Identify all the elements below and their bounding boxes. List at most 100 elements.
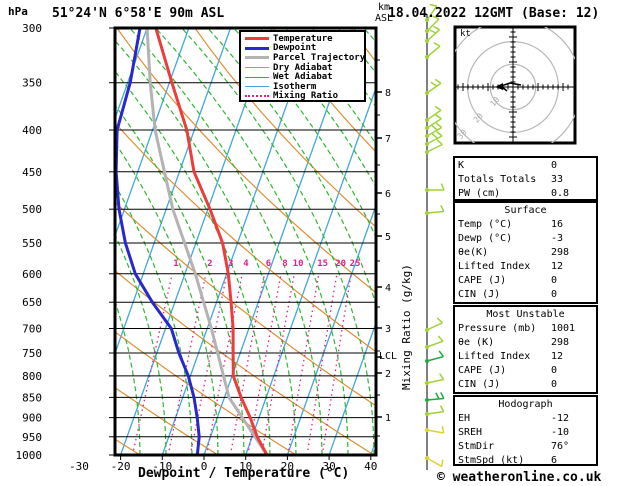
legend-line-sample [245, 86, 269, 88]
svg-text:2: 2 [385, 369, 391, 380]
legend-label: Parcel Trajectory [273, 52, 366, 63]
stats-label: Pressure (mb) [458, 323, 537, 334]
legend-line-sample [245, 37, 269, 41]
svg-text:20: 20 [335, 259, 346, 269]
stats-label: EH [458, 413, 471, 424]
stats-value: 12 [551, 351, 564, 362]
mixing-ratio-labels: 1 2 3 4 6 8 10 15 20 25 [173, 259, 360, 269]
stats-row: EH -12 [458, 412, 593, 426]
wet-adiabat-line [0, 28, 114, 455]
legend-line-sample [245, 76, 269, 78]
stats-value: -3 [551, 233, 564, 244]
hodograph-panel: 10203040 [439, 25, 577, 157]
chart-legend: Temperature Dewpoint Parcel Trajectory Dry … [239, 30, 366, 102]
legend-label: Wet Adiabat [273, 72, 333, 83]
stats-box: Hodograph EH -12 SREH -10 StmDir 76° StmSpd (kt… [453, 395, 598, 466]
stats-label: K [458, 160, 465, 171]
svg-text:800: 800 [22, 370, 42, 383]
stats-value: 0 [551, 160, 558, 171]
stats-value: 298 [551, 247, 570, 258]
svg-text:300: 300 [22, 22, 42, 35]
wind-barb-column [425, 3, 445, 470]
stats-label: PW (cm) [458, 188, 501, 199]
stats-value: -12 [551, 413, 570, 424]
svg-text:750: 750 [22, 347, 42, 360]
svg-text:850: 850 [22, 391, 42, 404]
stats-label: CIN (J) [458, 289, 501, 300]
stats-box: Most Unstable Pressure (mb) 1001 θe (K) 298 L… [453, 305, 598, 394]
svg-text:350: 350 [22, 77, 42, 90]
stats-value: 12 [551, 261, 564, 272]
stats-value: 0 [551, 365, 558, 376]
stats-label: CIN (J) [458, 379, 501, 390]
svg-text:4: 4 [243, 259, 249, 269]
legend-item: Dewpoint [245, 43, 364, 53]
stats-label: CAPE (J) [458, 365, 507, 376]
svg-text:-20: -20 [111, 460, 131, 473]
stats-label: StmSpd (kt) [458, 455, 525, 466]
stats-value: 0 [551, 275, 558, 286]
pressure-axis: 300 350 400 450 500 550 600 650 700 750 800 850 900 9… [16, 22, 115, 462]
datetime-title: 18.04.2022 12GMT (Base: 12) [388, 6, 600, 21]
legend-label: Mixing Ratio [273, 91, 339, 102]
svg-text:4: 4 [385, 283, 391, 294]
stats-box-title: Hodograph [498, 399, 553, 410]
svg-text:3: 3 [228, 259, 233, 269]
stats-row: CIN (J) 0 [458, 288, 593, 302]
svg-text:40: 40 [364, 460, 377, 473]
svg-text:550: 550 [22, 237, 42, 250]
svg-text:950: 950 [22, 431, 42, 444]
stats-row: Dewp (°C) -3 [458, 232, 593, 246]
pressure-unit-label: hPa [8, 5, 28, 18]
legend-item: Parcel Trajectory [245, 52, 366, 63]
legend-line-sample [245, 46, 269, 50]
stats-label: Dewp (°C) [458, 233, 513, 244]
stats-row: Lifted Index 12 [458, 260, 593, 274]
stats-value: 33 [551, 174, 564, 185]
stats-label: θe(K) [458, 247, 489, 258]
stats-row: SREH -10 [458, 426, 593, 440]
stats-row: StmDir 76° [458, 440, 593, 454]
svg-text:8: 8 [385, 88, 391, 99]
stats-label: θe (K) [458, 337, 495, 348]
stats-box: K 0 Totals Totals 33 PW (cm) 0.8 [453, 156, 598, 201]
svg-text:700: 700 [22, 323, 42, 336]
stats-value: 0 [551, 289, 558, 300]
stats-label: Lifted Index [458, 351, 531, 362]
svg-text:400: 400 [22, 124, 42, 137]
svg-text:1: 1 [385, 413, 391, 424]
stats-label: Temp (°C) [458, 219, 513, 230]
stats-row: Temp (°C) 16 [458, 218, 593, 232]
stats-value: -10 [551, 427, 570, 438]
stats-row: CAPE (J) 0 [458, 274, 593, 288]
stats-value: 0 [551, 379, 558, 390]
svg-text:25: 25 [350, 259, 361, 269]
km-axis: 8 7 6 5 4 3 2 1 [376, 59, 391, 437]
stats-box: Surface Temp (°C) 16 Dewp (°C) -3 θe(K) 298 Lif… [453, 201, 598, 304]
stats-row: CAPE (J) 0 [458, 364, 593, 378]
svg-text:1000: 1000 [16, 449, 43, 462]
station-title: 51°24'N 6°58'E 90m ASL [52, 6, 225, 21]
stats-value: 0.8 [551, 188, 570, 199]
stats-value: 16 [551, 219, 564, 230]
mixing-ratio-line [167, 273, 207, 455]
stats-label: CAPE (J) [458, 275, 507, 286]
stats-value: 76° [551, 441, 570, 452]
stats-row: θe(K) 298 [458, 246, 593, 260]
legend-line-sample [245, 56, 269, 60]
km-unit-label: km [377, 2, 391, 13]
svg-text:600: 600 [22, 268, 42, 281]
hodograph-ring-label: 40 [439, 144, 452, 157]
stats-row: Pressure (mb) 1001 [458, 322, 593, 336]
mixing-ratio-line [287, 273, 320, 455]
svg-text:8: 8 [282, 259, 287, 269]
legend-item: Dry Adiabat [245, 63, 364, 73]
skewt-sounding-page: 1 2 3 4 6 8 10 15 20 25 300 350 400 450 500 550 600 650 70… [0, 0, 629, 486]
svg-text:650: 650 [22, 296, 42, 309]
asl-unit-label: ASL [374, 13, 394, 24]
mixing-ratio-line [306, 273, 338, 455]
hodograph-unit-label: kt [460, 29, 471, 39]
stats-row: PW (cm) 0.8 [458, 187, 593, 201]
svg-text:5: 5 [385, 232, 391, 243]
wet-adiabat-line [0, 28, 88, 455]
